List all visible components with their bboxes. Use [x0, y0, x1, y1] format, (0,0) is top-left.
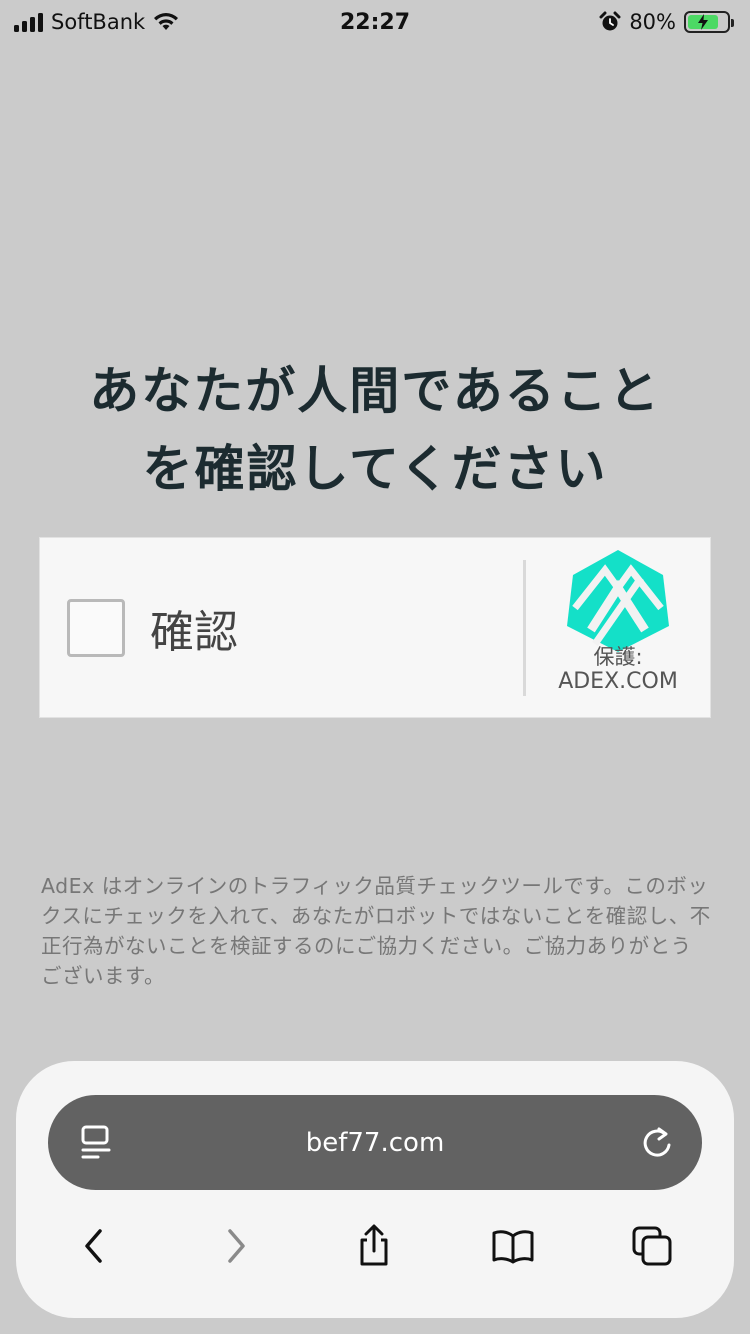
- tabs-button[interactable]: [628, 1222, 676, 1270]
- page-title: あなたが人間であること を確認してください: [20, 352, 730, 508]
- browser-bottom-bar: bef77.com: [16, 1061, 734, 1318]
- battery-charging-icon: [684, 11, 734, 33]
- bookmarks-icon: [492, 1230, 534, 1264]
- reader-mode-icon[interactable]: [80, 1125, 112, 1161]
- status-bar: SoftBank 22:27 80%: [0, 0, 750, 44]
- forward-icon: [228, 1229, 245, 1263]
- back-button[interactable]: [70, 1222, 118, 1270]
- verify-checkbox-label[interactable]: 確認: [150, 596, 238, 660]
- adex-logo-icon: [567, 550, 669, 652]
- alarm-icon: [599, 11, 621, 31]
- verify-checkbox[interactable]: [67, 598, 125, 657]
- forward-button[interactable]: [212, 1222, 260, 1270]
- back-icon: [85, 1229, 102, 1263]
- status-right: 80%: [599, 10, 734, 34]
- browser-toolbar: [16, 1216, 734, 1276]
- signal-icon: [14, 12, 43, 32]
- captcha-branding: 保護: ADEX.COM: [526, 538, 710, 717]
- captcha-verify-control[interactable]: 確認: [40, 538, 523, 717]
- reload-icon[interactable]: [640, 1125, 674, 1161]
- brand-label: ADEX.COM: [558, 669, 678, 694]
- wifi-icon: [154, 13, 179, 30]
- protected-by-label: 保護:: [593, 645, 643, 669]
- tabs-icon: [632, 1226, 672, 1266]
- page-title-line-2: を確認してください: [142, 440, 608, 498]
- status-left: SoftBank: [14, 10, 179, 34]
- page-title-line-1: あなたが人間であること: [89, 362, 661, 420]
- share-icon: [360, 1224, 388, 1266]
- battery-percent: 80%: [629, 10, 676, 34]
- captcha-widget: 確認 保護: ADEX.COM: [39, 537, 711, 718]
- address-bar[interactable]: bef77.com: [48, 1095, 702, 1190]
- description-text: AdEx はオンラインのトラフィック品質チェックツールです。このボックスにチェッ…: [41, 874, 711, 988]
- carrier-name: SoftBank: [51, 10, 146, 34]
- url-text[interactable]: bef77.com: [306, 1128, 445, 1158]
- bookmarks-button[interactable]: [489, 1222, 537, 1270]
- share-button[interactable]: [350, 1222, 398, 1270]
